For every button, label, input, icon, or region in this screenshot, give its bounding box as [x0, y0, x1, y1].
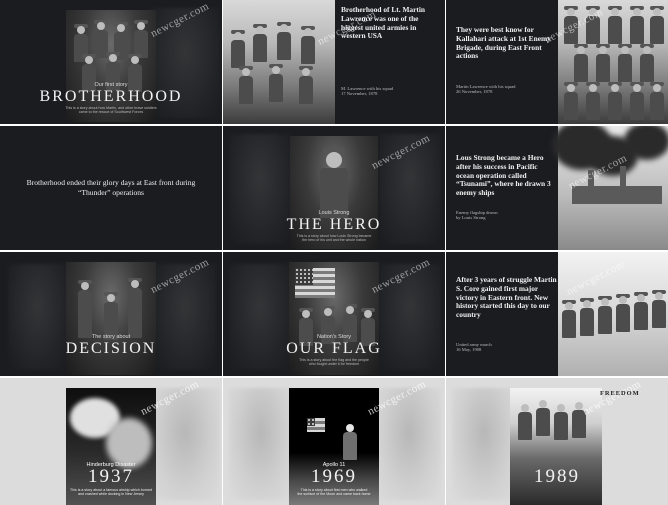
tile-thunder-operations[interactable]: Brotherhood ended their glory days at Ea…: [0, 126, 222, 250]
story-headline: Brotherhood ended their glory days at Ea…: [26, 178, 196, 197]
story-description: This is a story about first men who walk…: [297, 488, 371, 497]
story-headline: Lous Strong became a Hero after his succ…: [456, 153, 551, 198]
freedom-sign: FREEDOM: [600, 390, 640, 397]
burning-ships-photo: [552, 126, 668, 250]
tile-decision-title[interactable]: newcger.com The story about DECISION: [0, 252, 222, 376]
photo-caption-line2: 26 November, 1878: [456, 89, 493, 94]
tile-brotherhood-title[interactable]: newcger.com Our first story BROTHERHOOD …: [0, 0, 222, 124]
tile-kallahari-attack[interactable]: They were best know for Kallahari attack…: [446, 0, 668, 124]
story-headline: Brotherhood of Lt. Martin Lawrence was o…: [341, 5, 426, 41]
story-title: 1969: [311, 466, 357, 487]
photo-caption-line2: 16 May, 1908: [456, 347, 482, 352]
story-title: BROTHERHOOD: [39, 88, 183, 105]
story-description: This is a story about how Louis Strong b…: [296, 234, 372, 243]
story-headline: After 3 years of struggle Martin S. Core…: [456, 275, 557, 320]
story-title: 1989: [534, 466, 580, 487]
tile-tsunami-operation[interactable]: Lous Strong became a Hero after his succ…: [446, 126, 668, 250]
story-description: This is a story about a famous airship w…: [70, 488, 152, 497]
officers-photo: [66, 262, 156, 375]
tile-1989-freedom[interactable]: newcger.com FREEDOM 1989: [446, 378, 668, 505]
story-title: DECISION: [65, 340, 157, 357]
photo-caption-line2: by Louis Strong: [456, 215, 486, 220]
story-description: This is a story about how Martin, and ot…: [65, 106, 157, 115]
template-preview-grid: newcger.com Our first story BROTHERHOOD …: [0, 0, 668, 505]
story-title: OUR FLAG: [286, 340, 382, 357]
soldiers-photo: [223, 0, 335, 124]
troop-rows-photo: [558, 0, 668, 124]
tile-our-flag-title[interactable]: newcger.com Nation's Story OUR FLAG This…: [223, 252, 445, 376]
army-march-photo: [558, 252, 668, 376]
story-title: THE HERO: [286, 216, 382, 233]
tile-eastern-front-victory[interactable]: After 3 years of struggle Martin S. Core…: [446, 252, 668, 376]
story-headline: They were best know for Kallahari attack…: [456, 25, 551, 61]
tile-brotherhood-details[interactable]: newcger.com Brotherhood of Lt. Martin La…: [223, 0, 445, 124]
story-title: 1937: [88, 466, 134, 487]
story-description: This is a story about the flag and the p…: [299, 358, 369, 367]
tile-the-hero-title[interactable]: newcger.com Louis Strong THE HERO This i…: [223, 126, 445, 250]
photo-caption-line2: 17 November, 1878: [341, 91, 378, 96]
tile-1937-hindenburg[interactable]: newcger.com Hinderburg Disaster 1937 Thi…: [0, 378, 222, 505]
tile-1969-apollo[interactable]: newcger.com Apollo 11 1969 This is a sto…: [223, 378, 445, 505]
